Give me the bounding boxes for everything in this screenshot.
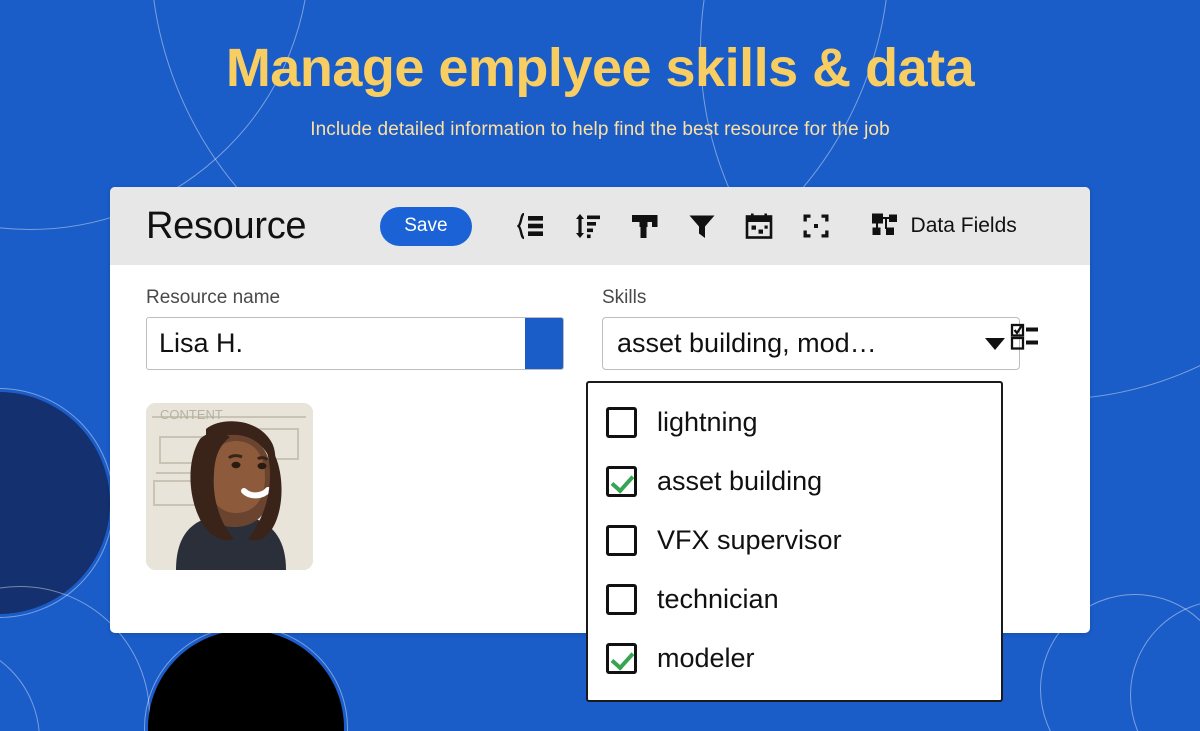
save-button[interactable]: Save <box>380 206 472 246</box>
resource-name-label: Resource name <box>146 287 281 308</box>
page-root: Manage emplyee skills & data Include det… <box>0 0 1200 731</box>
decorative-ring-left-mid <box>0 388 114 618</box>
resource-color-swatch[interactable] <box>525 318 563 369</box>
checkbox-unchecked-icon[interactable] <box>606 407 637 438</box>
card-toolbar: Resource Save Data Fields <box>110 187 1090 265</box>
resource-photo[interactable]: CONTENT <box>146 403 313 570</box>
list-item[interactable]: VFX supervisor <box>588 511 1001 570</box>
checkbox-unchecked-icon[interactable] <box>606 525 637 556</box>
list-item[interactable]: modeler <box>588 629 1001 688</box>
decorative-navy-circle <box>0 392 110 614</box>
list-item-label: technician <box>657 584 779 614</box>
fullscreen-focus-icon[interactable] <box>801 211 831 241</box>
calendar-icon[interactable] <box>744 211 774 241</box>
checkbox-checked-icon[interactable] <box>606 643 637 674</box>
decorative-ring-bottom-left-edge <box>0 640 40 731</box>
skills-label: Skills <box>602 287 647 308</box>
decorative-ring-bottom-right-b <box>1130 600 1200 731</box>
decorative-ring-bottom-center <box>144 626 348 731</box>
chevron-down-icon <box>985 337 1005 350</box>
list-item-label: VFX supervisor <box>657 525 842 555</box>
list-item-label: asset building <box>657 466 823 496</box>
group-brace-list-icon[interactable] <box>516 211 546 241</box>
skills-field: Skills asset building, mod… <box>602 287 1020 370</box>
sort-icon[interactable] <box>573 211 603 241</box>
paint-roller-format-icon[interactable] <box>630 211 660 241</box>
list-item[interactable]: lightning <box>588 393 1001 452</box>
resource-name-field: Resource name <box>146 287 564 370</box>
svg-text:CONTENT: CONTENT <box>160 407 223 422</box>
data-fields-button[interactable]: Data Fields <box>871 212 1017 241</box>
checklist-icon[interactable] <box>1010 321 1040 356</box>
card-title: Resource <box>146 204 307 247</box>
hero-section: Manage emplyee skills & data Include det… <box>0 0 1200 141</box>
skills-select[interactable]: asset building, mod… <box>602 317 1020 370</box>
list-item[interactable]: technician <box>588 570 1001 629</box>
data-fields-node-icon <box>871 212 899 241</box>
resource-name-input-wrap <box>146 317 564 370</box>
checkbox-unchecked-icon[interactable] <box>606 584 637 615</box>
list-item-label: modeler <box>657 643 755 673</box>
data-fields-label: Data Fields <box>910 214 1017 237</box>
page-title: Manage emplyee skills & data <box>225 38 975 98</box>
list-item-label: lightning <box>657 407 758 437</box>
decorative-black-circle <box>148 630 344 731</box>
skills-dropdown[interactable]: lightning asset building VFX supervisor … <box>586 381 1003 702</box>
page-subtitle: Include detailed information to help fin… <box>310 118 890 140</box>
list-item[interactable]: asset building <box>588 452 1001 511</box>
filter-icon[interactable] <box>687 211 717 241</box>
toolbar-icon-row <box>516 211 831 241</box>
skills-selected-value: asset building, mod… <box>617 328 877 358</box>
form-fields-row: Resource name Skills asset building, mod… <box>146 287 1054 370</box>
resource-name-input[interactable] <box>147 318 525 369</box>
checkbox-checked-icon[interactable] <box>606 466 637 497</box>
